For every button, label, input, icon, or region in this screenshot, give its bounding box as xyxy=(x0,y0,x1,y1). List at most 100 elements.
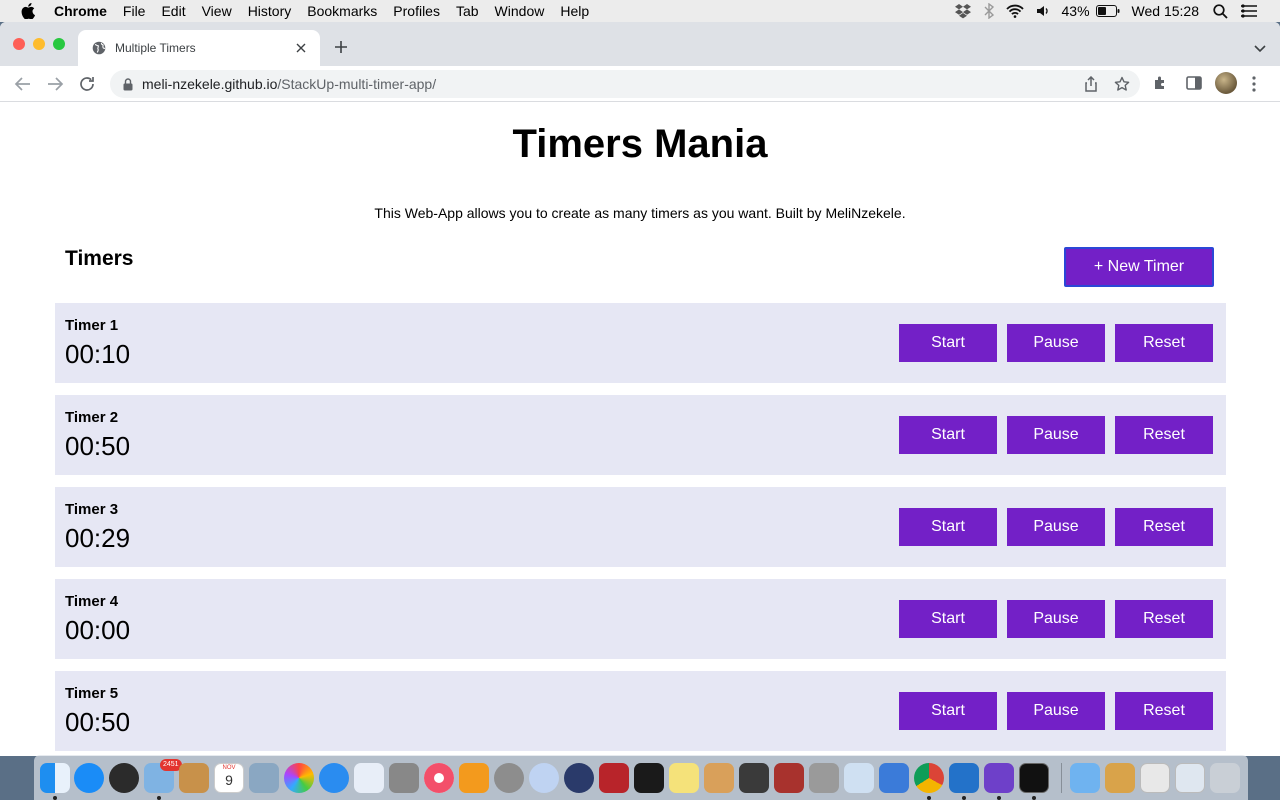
timer-start-button[interactable]: Start xyxy=(899,324,997,362)
contacts-icon[interactable] xyxy=(179,763,209,793)
page-title: Timers Mania xyxy=(512,122,768,166)
extensions-puzzle-icon[interactable] xyxy=(1153,75,1169,91)
menu-file[interactable]: File xyxy=(123,3,146,19)
timer-reset-button[interactable]: Reset xyxy=(1115,692,1213,730)
menu-profiles[interactable]: Profiles xyxy=(393,3,440,19)
imovie-icon[interactable] xyxy=(739,763,769,793)
dropbox-icon[interactable] xyxy=(954,3,972,19)
timer-pause-button[interactable]: Pause xyxy=(1007,508,1105,546)
stickies-icon[interactable] xyxy=(669,763,699,793)
wifi-icon[interactable] xyxy=(1005,4,1024,18)
url-domain: meli-nzekele.github.io xyxy=(142,76,278,92)
timer-start-button[interactable]: Start xyxy=(899,508,997,546)
tab-multiple-timers[interactable]: Multiple Timers xyxy=(78,30,320,66)
system-information-icon[interactable] xyxy=(809,763,839,793)
zoom-window-button[interactable] xyxy=(53,38,65,50)
calendar-icon[interactable]: NOV 9 xyxy=(214,763,244,793)
tab-close-icon[interactable] xyxy=(293,40,309,56)
github-desktop-icon[interactable] xyxy=(984,763,1014,793)
dashboard-icon[interactable] xyxy=(109,763,139,793)
calculator-icon[interactable] xyxy=(389,763,419,793)
network-utility-icon[interactable] xyxy=(529,763,559,793)
tab-search-chevron-icon[interactable] xyxy=(1254,40,1266,58)
timer-start-button[interactable]: Start xyxy=(899,416,997,454)
control-center-icon[interactable] xyxy=(1240,4,1258,18)
timer-start-button[interactable]: Start xyxy=(899,600,997,638)
document-icon[interactable] xyxy=(1140,763,1170,793)
image-capture-icon[interactable] xyxy=(249,763,279,793)
books-icon[interactable] xyxy=(459,763,489,793)
menu-edit[interactable]: Edit xyxy=(161,3,185,19)
new-tab-plus-icon[interactable] xyxy=(331,37,351,57)
screenshot-icon[interactable] xyxy=(1175,763,1205,793)
volume-icon[interactable] xyxy=(1036,4,1050,18)
battery-icon[interactable] xyxy=(1095,5,1120,17)
minimize-window-button[interactable] xyxy=(33,38,45,50)
spotlight-search-icon[interactable] xyxy=(1213,3,1228,19)
bluetooth-app-icon[interactable] xyxy=(354,763,384,793)
running-indicator xyxy=(962,796,966,800)
timer-pause-button[interactable]: Pause xyxy=(1007,416,1105,454)
timer-reset-button[interactable]: Reset xyxy=(1115,600,1213,638)
menu-bookmarks[interactable]: Bookmarks xyxy=(307,3,377,19)
timer-reset-button[interactable]: Reset xyxy=(1115,508,1213,546)
timer-row: Timer 3 00:29 Start Pause Reset xyxy=(55,487,1226,567)
keynote-icon[interactable] xyxy=(879,763,909,793)
music-icon[interactable] xyxy=(424,763,454,793)
reload-icon[interactable] xyxy=(78,75,96,93)
side-panel-icon[interactable] xyxy=(1186,75,1202,91)
chrome-icon[interactable] xyxy=(914,763,944,793)
quicktime-icon[interactable] xyxy=(564,763,594,793)
dictionary-icon[interactable] xyxy=(774,763,804,793)
running-indicator xyxy=(927,796,931,800)
photo-booth-icon[interactable] xyxy=(599,763,629,793)
finder-icon[interactable] xyxy=(40,763,70,793)
garageband-icon[interactable] xyxy=(704,763,734,793)
timer-row: Timer 1 00:10 Start Pause Reset xyxy=(55,303,1226,383)
safari-icon[interactable] xyxy=(319,763,349,793)
folder-icon[interactable] xyxy=(1070,763,1100,793)
forward-arrow-icon[interactable] xyxy=(46,75,64,93)
timer-start-button[interactable]: Start xyxy=(899,692,997,730)
archive-icon[interactable] xyxy=(1105,763,1135,793)
mosaic-app-icon[interactable] xyxy=(634,763,664,793)
apple-icon[interactable] xyxy=(21,3,35,19)
url-text[interactable]: meli-nzekele.github.io/StackUp-multi-tim… xyxy=(142,76,436,92)
address-bar[interactable]: meli-nzekele.github.io/StackUp-multi-tim… xyxy=(110,70,1140,98)
web-page: Timers Mania This Web-App allows you to … xyxy=(0,102,1280,756)
preview-photos-icon[interactable] xyxy=(844,763,874,793)
app-store-icon[interactable] xyxy=(74,763,104,793)
trash-icon[interactable] xyxy=(1210,763,1240,793)
macos-dock: 2451 NOV 9 xyxy=(34,755,1248,800)
back-arrow-icon[interactable] xyxy=(14,75,32,93)
menu-clock[interactable]: Wed 15:28 xyxy=(1132,3,1199,19)
new-timer-button[interactable]: + New Timer xyxy=(1064,247,1214,287)
timer-name: Timer 5 xyxy=(65,685,119,702)
timer-pause-button[interactable]: Pause xyxy=(1007,692,1105,730)
timer-name: Timer 1 xyxy=(65,317,119,334)
close-window-button[interactable] xyxy=(13,38,25,50)
photos-icon[interactable] xyxy=(284,763,314,793)
menu-help[interactable]: Help xyxy=(560,3,589,19)
timer-reset-button[interactable]: Reset xyxy=(1115,416,1213,454)
menu-app-name[interactable]: Chrome xyxy=(54,3,107,19)
menu-history[interactable]: History xyxy=(248,3,292,19)
profile-avatar[interactable] xyxy=(1215,72,1237,94)
chrome-menu-kebab-icon[interactable] xyxy=(1252,76,1256,97)
vscode-icon[interactable] xyxy=(949,763,979,793)
menu-tab[interactable]: Tab xyxy=(456,3,479,19)
timer-pause-button[interactable]: Pause xyxy=(1007,324,1105,362)
browser-window: Multiple Timers meli-nzekele.github.io/S… xyxy=(0,22,1280,756)
timer-name: Timer 2 xyxy=(65,409,119,426)
timer-pause-button[interactable]: Pause xyxy=(1007,600,1105,638)
menu-window[interactable]: Window xyxy=(495,3,545,19)
terminal-icon[interactable] xyxy=(1019,763,1049,793)
timer-reset-button[interactable]: Reset xyxy=(1115,324,1213,362)
bluetooth-icon[interactable] xyxy=(984,3,994,19)
bookmark-star-icon[interactable] xyxy=(1114,76,1130,97)
timer-row: Timer 4 00:00 Start Pause Reset xyxy=(55,579,1226,659)
share-icon[interactable] xyxy=(1084,75,1098,97)
system-preferences-icon[interactable] xyxy=(494,763,524,793)
menu-view[interactable]: View xyxy=(202,3,232,19)
lock-icon[interactable] xyxy=(123,77,133,91)
